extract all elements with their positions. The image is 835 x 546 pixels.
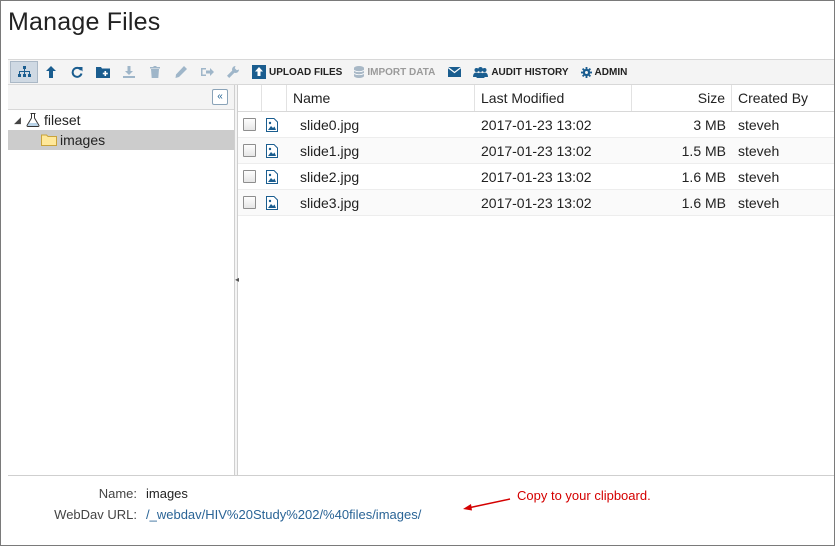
grid-body: slide0.jpg 2017-01-23 13:02 3 MB steveh … [238, 112, 834, 216]
gear-icon [580, 66, 592, 78]
delete-button[interactable] [142, 61, 168, 83]
icon-column-header [262, 85, 287, 111]
create-folder-button[interactable] [90, 61, 116, 83]
tree-node-images[interactable]: images [8, 130, 234, 150]
flask-icon [26, 113, 40, 127]
created-by-cell: steveh [738, 168, 780, 185]
file-name-cell[interactable]: slide2.jpg [287, 164, 475, 189]
file-name-cell[interactable]: slide1.jpg [287, 138, 475, 163]
table-row[interactable]: slide2.jpg 2017-01-23 13:02 1.6 MB steve… [238, 164, 834, 190]
trash-icon [150, 66, 160, 78]
image-file-icon [266, 195, 278, 210]
refresh-icon [71, 66, 83, 78]
upload-icon [252, 65, 266, 79]
pencil-icon [175, 66, 187, 78]
file-grid: Name Last Modified Size Created By slide… [238, 85, 834, 475]
upload-files-button[interactable]: UPLOAD FILES [246, 61, 348, 83]
table-row[interactable]: slide0.jpg 2017-01-23 13:02 3 MB steveh [238, 112, 834, 138]
arrow-up-icon [46, 66, 56, 78]
audit-history-button[interactable]: AUDIT HISTORY [467, 61, 574, 83]
file-toolbar: UPLOAD FILES IMPORT DATA AUDIT HISTORY A… [8, 59, 834, 85]
table-row[interactable]: slide1.jpg 2017-01-23 13:02 1.5 MB steve… [238, 138, 834, 164]
rename-button[interactable] [168, 61, 194, 83]
created-by-cell: steveh [738, 194, 780, 211]
created-by-cell: steveh [738, 116, 780, 133]
column-header-size[interactable]: Size [632, 85, 732, 111]
tree-node-label: images [60, 132, 106, 148]
annotation-callout: Copy to your clipboard. [517, 488, 651, 503]
parent-folder-button[interactable] [38, 61, 64, 83]
last-modified-cell: 2017-01-23 13:02 [481, 194, 592, 211]
row-checkbox[interactable] [243, 144, 256, 157]
folder-plus-icon [96, 67, 110, 78]
webdav-url-label: WebDav URL: [54, 507, 137, 522]
collapse-panel-button[interactable]: « [212, 89, 228, 105]
size-cell: 1.5 MB [681, 142, 726, 159]
move-icon [200, 68, 214, 76]
name-property-value: images [146, 486, 188, 501]
last-modified-cell: 2017-01-23 13:02 [481, 168, 592, 185]
tree-node-fileset[interactable]: ◢ fileset [8, 110, 234, 130]
refresh-button[interactable] [64, 61, 90, 83]
folder-tree-icon [17, 66, 31, 77]
annotation-arrow-icon [463, 498, 511, 511]
admin-label: ADMIN [594, 66, 628, 78]
created-by-cell: steveh [738, 142, 780, 159]
import-data-button[interactable]: IMPORT DATA [348, 61, 441, 83]
file-name-cell[interactable]: slide0.jpg [287, 112, 475, 137]
tree-expand-icon[interactable]: ◢ [14, 115, 24, 126]
column-header-last-modified[interactable]: Last Modified [475, 85, 632, 111]
details-divider [8, 475, 834, 476]
last-modified-cell: 2017-01-23 13:02 [481, 116, 592, 133]
admin-button[interactable]: ADMIN [575, 61, 634, 83]
move-button[interactable] [194, 61, 220, 83]
tree-header: « [8, 85, 234, 110]
edit-properties-button[interactable] [220, 61, 246, 83]
folder-icon [41, 134, 57, 146]
row-checkbox[interactable] [243, 196, 256, 209]
column-header-name[interactable]: Name [287, 85, 475, 111]
webdav-url-link[interactable]: /_webdav/HIV%20Study%202/%40files/images… [146, 507, 421, 522]
file-name-cell[interactable]: slide3.jpg [287, 190, 475, 215]
database-icon [354, 66, 365, 78]
image-file-icon [266, 143, 278, 158]
image-file-icon [266, 117, 278, 132]
name-property-label: Name: [98, 486, 137, 501]
last-modified-cell: 2017-01-23 13:02 [481, 142, 592, 159]
users-icon [473, 66, 489, 78]
size-cell: 1.6 MB [681, 168, 726, 185]
select-all-column-header[interactable] [238, 85, 262, 111]
size-cell: 1.6 MB [681, 194, 726, 211]
toggle-folder-tree-button[interactable] [10, 61, 38, 83]
grid-header: Name Last Modified Size Created By [238, 85, 834, 112]
row-checkbox[interactable] [243, 170, 256, 183]
upload-files-label: UPLOAD FILES [269, 66, 343, 78]
tree-node-label: fileset [44, 112, 81, 128]
column-header-created-by[interactable]: Created By [732, 85, 834, 111]
folder-tree-panel: « ◢ fileset images [8, 85, 235, 475]
page-title: Manage Files [8, 8, 161, 36]
download-icon [123, 66, 135, 78]
envelope-icon [447, 67, 461, 77]
table-row[interactable]: slide3.jpg 2017-01-23 13:02 1.6 MB steve… [238, 190, 834, 216]
download-button[interactable] [116, 61, 142, 83]
image-file-icon [266, 169, 278, 184]
row-checkbox[interactable] [243, 118, 256, 131]
email-preferences-button[interactable] [441, 61, 467, 83]
import-data-label: IMPORT DATA [367, 66, 436, 78]
double-chevron-left-icon: « [217, 91, 223, 102]
size-cell: 3 MB [693, 116, 726, 133]
audit-history-label: AUDIT HISTORY [491, 66, 569, 78]
wrench-icon [227, 66, 239, 78]
